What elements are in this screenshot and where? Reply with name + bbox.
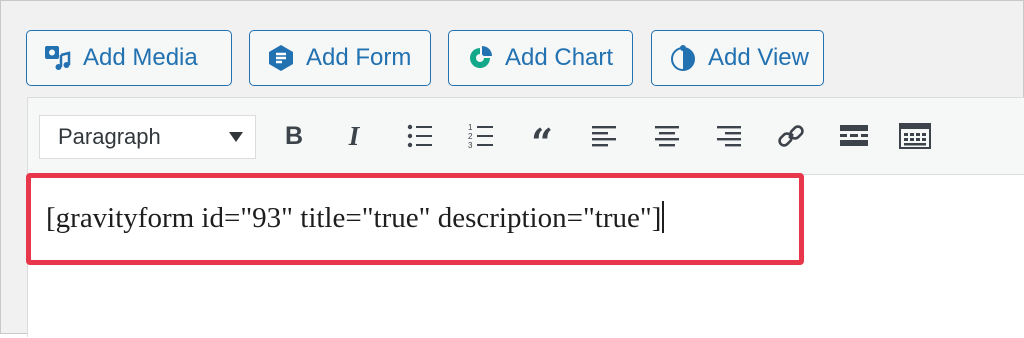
chart-icon xyxy=(465,43,495,73)
format-select[interactable]: Paragraph xyxy=(39,115,256,159)
toolbar-toggle-icon[interactable] xyxy=(899,120,931,152)
add-media-button[interactable]: Add Media xyxy=(26,30,232,86)
shortcode-value: [gravityform id="93" title="true" descri… xyxy=(46,202,662,234)
format-select-value: Paragraph xyxy=(58,124,161,149)
align-right-icon[interactable] xyxy=(713,120,745,152)
align-left-icon[interactable] xyxy=(588,120,620,152)
svg-text:3: 3 xyxy=(468,141,473,150)
blockquote-icon[interactable]: “ xyxy=(526,120,558,162)
svg-text:1: 1 xyxy=(468,123,473,132)
add-form-button[interactable]: Add Form xyxy=(249,30,431,86)
svg-text:2: 2 xyxy=(468,132,473,141)
add-view-label: Add View xyxy=(708,44,809,71)
add-chart-button[interactable]: Add Chart xyxy=(448,30,633,86)
align-center-icon[interactable] xyxy=(651,120,683,152)
italic-icon[interactable]: I xyxy=(338,120,370,152)
add-view-button[interactable]: Add View xyxy=(651,30,824,86)
numbered-list-icon[interactable]: 1 2 3 xyxy=(465,120,497,152)
text-cursor xyxy=(662,201,665,233)
add-form-label: Add Form xyxy=(306,44,412,71)
gravityview-icon xyxy=(668,43,698,73)
bold-icon[interactable]: B xyxy=(278,120,310,152)
chevron-down-icon xyxy=(229,132,243,142)
read-more-icon[interactable] xyxy=(838,120,870,152)
gravity-forms-icon xyxy=(266,43,296,73)
add-media-label: Add Media xyxy=(83,44,198,71)
media-icon xyxy=(43,43,73,73)
editor-toolbar: Paragraph B I 1 2 3 “ xyxy=(28,98,1024,175)
bulleted-list-icon[interactable] xyxy=(404,120,436,152)
shortcode-text[interactable]: [gravityform id="93" title="true" descri… xyxy=(46,201,665,235)
add-chart-label: Add Chart xyxy=(505,44,614,71)
link-icon[interactable] xyxy=(775,120,807,152)
